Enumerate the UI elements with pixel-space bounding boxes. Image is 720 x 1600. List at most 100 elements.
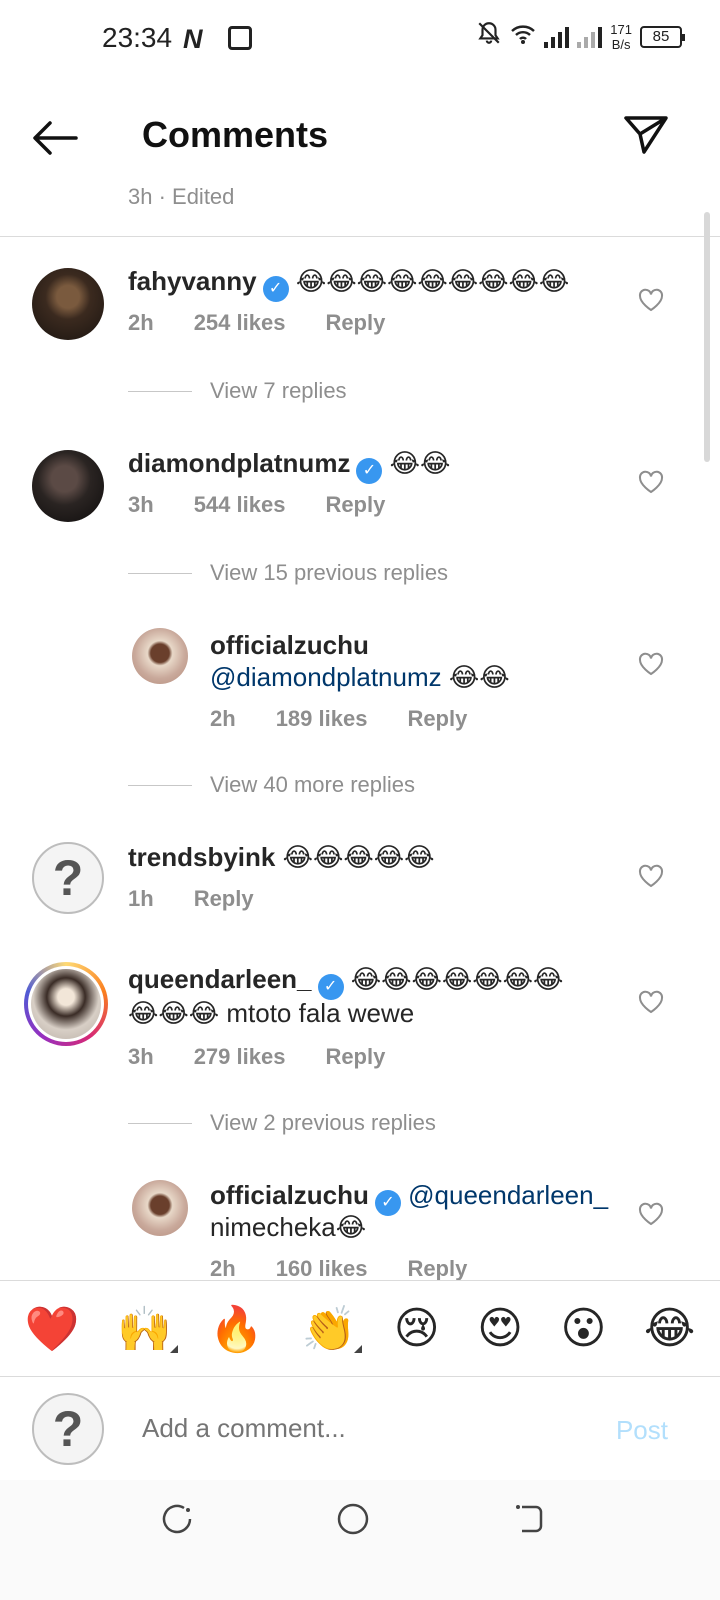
reply-likes[interactable]: 160 likes bbox=[276, 1256, 368, 1280]
reply-text: officialzuchu ✓ @queendarleen_ bbox=[210, 1180, 608, 1216]
comment-body: 😂😂😂😂😂 bbox=[282, 842, 435, 872]
reply-button[interactable]: Reply bbox=[194, 886, 254, 912]
avatar-story-ring[interactable] bbox=[24, 962, 108, 1046]
avatar[interactable] bbox=[32, 268, 104, 340]
comment-text-line2: 😂😂😂 mtoto fala wewe bbox=[128, 998, 415, 1028]
replies-line bbox=[128, 390, 192, 392]
share-send-icon[interactable] bbox=[622, 110, 670, 158]
divider bbox=[0, 236, 720, 237]
caption-meta: 3h · Edited bbox=[128, 184, 235, 209]
battery-icon: 85 bbox=[640, 25, 685, 48]
emoji-raising-hands[interactable]: 🙌 bbox=[117, 1303, 178, 1355]
back-nav-icon[interactable] bbox=[512, 1502, 546, 1536]
speed-unit: B/s bbox=[611, 36, 631, 52]
notification-app-icon bbox=[228, 26, 252, 50]
comment-body: 😂😂😂😂😂😂😂😂😂 bbox=[295, 266, 570, 296]
like-heart-icon[interactable] bbox=[638, 1202, 664, 1226]
own-avatar: ? bbox=[32, 1393, 104, 1465]
n-app-icon: N bbox=[183, 24, 203, 54]
avatar bbox=[31, 969, 101, 1039]
reply-item: officialzuchu ✓ @queendarleen_ nimecheka😂… bbox=[0, 1178, 720, 1280]
reply-button[interactable]: Reply bbox=[325, 492, 385, 518]
comment-username[interactable]: diamondplatnumz bbox=[128, 448, 350, 478]
comment-time: 1h bbox=[128, 886, 154, 911]
reply-username-line: officialzuchu bbox=[210, 630, 369, 661]
comment-username[interactable]: queendarleen_ bbox=[128, 964, 312, 994]
verified-badge-icon: ✓ bbox=[374, 1190, 401, 1216]
comment-username[interactable]: fahyvanny bbox=[128, 266, 257, 296]
like-heart-icon[interactable] bbox=[638, 990, 664, 1014]
reply-body: 😂😂 bbox=[448, 662, 510, 692]
view-more-replies-button[interactable]: View 40 more replies bbox=[128, 772, 415, 798]
quick-emoji-bar: ❤️ 🙌 🔥 👏 😢 😍 😮 😂 bbox=[0, 1280, 720, 1376]
comment-likes[interactable]: 279 likes bbox=[194, 1044, 286, 1070]
comment-likes[interactable]: 254 likes bbox=[194, 310, 286, 336]
reply-button[interactable]: Reply bbox=[325, 310, 385, 336]
comment-meta: 1h Reply bbox=[128, 886, 254, 912]
comment-text: fahyvanny ✓ 😂😂😂😂😂😂😂😂😂 bbox=[128, 266, 569, 302]
comment-meta: 3h 544 likes Reply bbox=[128, 492, 385, 518]
comment-likes[interactable]: 544 likes bbox=[194, 492, 286, 518]
emoji-heart[interactable]: ❤️ bbox=[25, 1303, 80, 1355]
reply-mention[interactable]: @diamondplatnumz bbox=[210, 662, 442, 692]
post-button[interactable]: Post bbox=[616, 1415, 668, 1446]
reply-button[interactable]: Reply bbox=[325, 1044, 385, 1070]
like-heart-icon[interactable] bbox=[638, 652, 664, 676]
comment-meta: 2h 254 likes Reply bbox=[128, 310, 385, 336]
avatar[interactable] bbox=[32, 450, 104, 522]
signal-icon bbox=[544, 26, 570, 48]
reply-mention[interactable]: @queendarleen_ bbox=[408, 1180, 608, 1210]
emoji-laughing[interactable]: 😂 bbox=[644, 1303, 695, 1354]
avatar[interactable] bbox=[132, 628, 188, 684]
emoji-clapping[interactable]: 👏 bbox=[302, 1303, 363, 1355]
speed-value: 171 bbox=[610, 21, 632, 37]
comment-meta: 3h 279 likes Reply bbox=[128, 1044, 385, 1070]
view-replies-button[interactable]: View 7 replies bbox=[128, 378, 347, 404]
verified-badge-icon: ✓ bbox=[262, 276, 289, 302]
comment-text: diamondplatnumz ✓ 😂😂 bbox=[128, 448, 450, 484]
comment-input[interactable] bbox=[142, 1413, 582, 1444]
replies-line bbox=[128, 572, 192, 574]
status-time: 23:34 bbox=[102, 22, 173, 53]
avatar[interactable] bbox=[132, 1180, 188, 1236]
comment-body: 😂😂😂😂😂😂😂 bbox=[350, 964, 564, 994]
signal-2-icon bbox=[577, 26, 603, 48]
reply-username[interactable]: officialzuchu bbox=[210, 1180, 369, 1210]
emoji-crying[interactable]: 😢 bbox=[394, 1303, 440, 1354]
status-right: 171 B/s 85 bbox=[476, 20, 685, 53]
view-replies-label: View 15 previous replies bbox=[210, 560, 449, 585]
emoji-surprised[interactable]: 😮 bbox=[560, 1303, 606, 1354]
reply-body: nimecheka😂 bbox=[210, 1212, 367, 1242]
back-arrow-icon[interactable] bbox=[30, 118, 80, 158]
network-speed: 171 B/s bbox=[610, 22, 632, 52]
like-heart-icon[interactable] bbox=[638, 864, 664, 888]
recent-apps-icon[interactable] bbox=[160, 1502, 194, 1536]
header: Comments bbox=[0, 100, 720, 180]
page-title: Comments bbox=[142, 114, 329, 155]
verified-badge-icon: ✓ bbox=[317, 974, 344, 1000]
wifi-icon bbox=[510, 23, 536, 51]
view-replies-label: View 40 more replies bbox=[210, 772, 416, 797]
reply-username[interactable]: officialzuchu bbox=[210, 630, 369, 660]
reply-likes[interactable]: 189 likes bbox=[276, 706, 368, 732]
emoji-heart-eyes[interactable]: 😍 bbox=[477, 1303, 523, 1354]
reply-button[interactable]: Reply bbox=[407, 1256, 467, 1280]
reply-meta: 2h 160 likes Reply bbox=[210, 1256, 467, 1280]
scrollbar[interactable] bbox=[704, 212, 710, 462]
comment-time: 2h bbox=[128, 310, 154, 335]
comment-text: trendsbyink 😂😂😂😂😂 bbox=[128, 842, 435, 873]
reply-text: @diamondplatnumz 😂😂 bbox=[210, 662, 510, 693]
status-bar: 23:34 N 171 B/s 85 bbox=[0, 0, 720, 80]
like-heart-icon[interactable] bbox=[638, 470, 664, 494]
view-previous-replies-button[interactable]: View 2 previous replies bbox=[128, 1110, 436, 1136]
view-replies-label: View 7 replies bbox=[210, 378, 347, 403]
view-previous-replies-button[interactable]: View 15 previous replies bbox=[128, 560, 448, 586]
home-icon[interactable] bbox=[336, 1502, 370, 1536]
reply-button[interactable]: Reply bbox=[407, 706, 467, 732]
emoji-fire[interactable]: 🔥 bbox=[209, 1303, 264, 1355]
comment-username[interactable]: trendsbyink bbox=[128, 842, 275, 872]
replies-line bbox=[128, 784, 192, 786]
like-heart-icon[interactable] bbox=[638, 288, 664, 312]
avatar[interactable]: ? bbox=[32, 842, 104, 914]
system-nav-bar bbox=[0, 1480, 720, 1600]
